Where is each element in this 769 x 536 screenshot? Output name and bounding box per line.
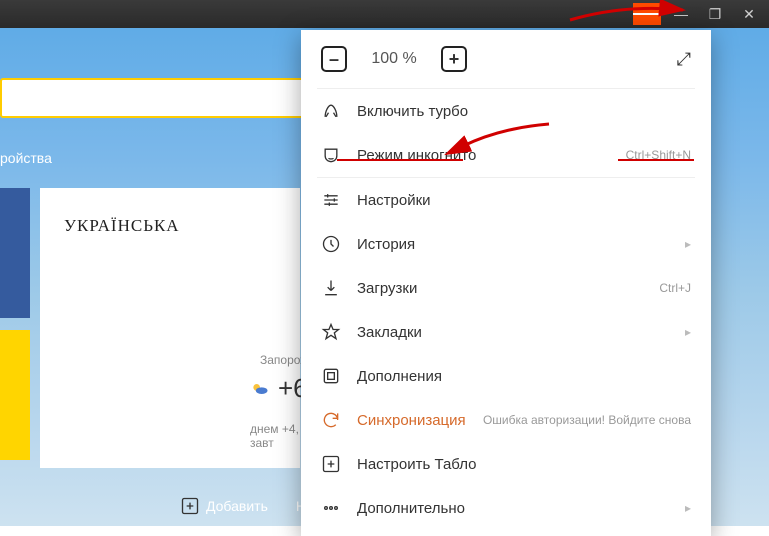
underline-annotation xyxy=(337,159,463,161)
window-titlebar: — ❐ ✕ xyxy=(0,0,769,28)
menu-label: Загрузки xyxy=(357,280,643,297)
history-icon xyxy=(321,234,341,254)
window-close-button[interactable]: ✕ xyxy=(735,3,763,25)
zoom-in-button[interactable]: + xyxy=(441,46,467,72)
sync-error-hint: Ошибка авторизации! Войдите снова xyxy=(483,413,691,427)
news-header: УКРАЇНСЬКА xyxy=(64,216,276,236)
menu-item-incognito[interactable]: Режим инкогнито Ctrl+Shift+N xyxy=(301,133,711,177)
sync-icon xyxy=(321,410,341,430)
menu-label: Синхронизация xyxy=(357,412,467,429)
menu-label: Дополнения xyxy=(357,368,691,385)
menu-item-history[interactable]: История ▸ xyxy=(301,222,711,266)
zoom-row: – 100 % + ⤢ xyxy=(301,30,711,88)
zoom-value: 100 % xyxy=(367,50,421,68)
menu-item-addons[interactable]: Дополнения xyxy=(301,354,711,398)
menu-item-settings[interactable]: Настройки xyxy=(301,178,711,222)
devices-link[interactable]: ройства xyxy=(0,150,52,166)
menu-item-sync[interactable]: Синхронизация Ошибка авторизации! Войдит… xyxy=(301,398,711,442)
star-icon xyxy=(321,322,341,342)
add-label: Добавить xyxy=(206,498,268,514)
search-bar[interactable] xyxy=(0,78,320,118)
weather-widget[interactable]: Запорож +6 днем +4, завт xyxy=(250,353,308,450)
menu-label: Закладки xyxy=(357,324,661,341)
weather-forecast: днем +4, завт xyxy=(250,422,308,450)
news-widget: УКРАЇНСЬКА Запорож +6 днем +4, завт xyxy=(40,188,300,468)
rocket-icon xyxy=(321,101,341,121)
menu-item-turbo[interactable]: Включить турбо xyxy=(301,89,711,133)
tile-pravda[interactable]: У xyxy=(0,330,30,460)
download-icon xyxy=(321,278,341,298)
addons-icon xyxy=(321,366,341,386)
mask-icon xyxy=(321,145,341,165)
menu-item-more[interactable]: Дополнительно ▸ xyxy=(301,486,711,530)
fullscreen-button[interactable]: ⤢ xyxy=(677,49,691,70)
main-menu: – 100 % + ⤢ Включить турбо Режим инкогни… xyxy=(301,30,711,536)
chevron-right-icon: ▸ xyxy=(685,325,691,339)
menu-item-customize[interactable]: Настроить Табло xyxy=(301,442,711,486)
menu-label: Дополнительно xyxy=(357,500,661,517)
plus-box-icon xyxy=(180,496,200,516)
underline-annotation xyxy=(618,159,694,161)
zoom-out-button[interactable]: – xyxy=(321,46,347,72)
menu-button[interactable] xyxy=(633,3,661,25)
menu-label: Включить турбо xyxy=(357,103,691,120)
chevron-right-icon: ▸ xyxy=(685,501,691,515)
dots-icon xyxy=(321,498,341,518)
menu-label: История xyxy=(357,236,661,253)
sliders-icon xyxy=(321,190,341,210)
chevron-right-icon: ▸ xyxy=(685,237,691,251)
weather-icon xyxy=(250,379,270,399)
menu-item-bookmarks[interactable]: Закладки ▸ xyxy=(301,310,711,354)
menu-label: Настройки xyxy=(357,192,691,209)
add-button[interactable]: Добавить xyxy=(180,496,268,516)
shortcut-hint: Ctrl+J xyxy=(659,281,691,295)
tile-facebook[interactable]: ok xyxy=(0,188,30,318)
plus-box-icon xyxy=(321,454,341,474)
menu-label: Настроить Табло xyxy=(357,456,691,473)
window-minimize-button[interactable]: — xyxy=(667,3,695,25)
menu-item-downloads[interactable]: Загрузки Ctrl+J xyxy=(301,266,711,310)
window-maximize-button[interactable]: ❐ xyxy=(701,3,729,25)
